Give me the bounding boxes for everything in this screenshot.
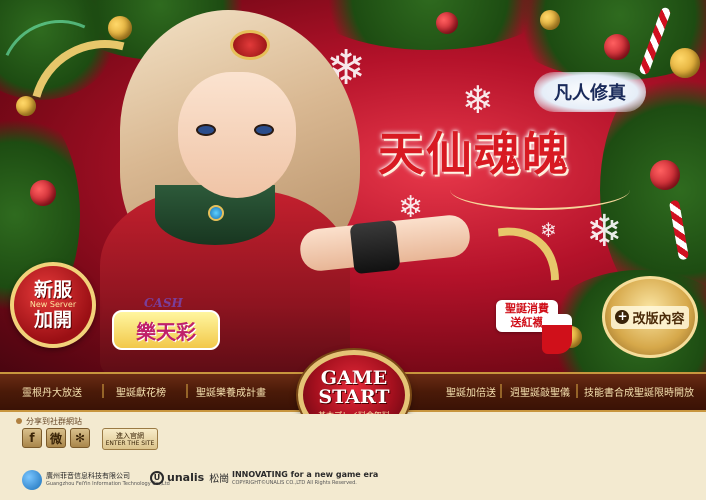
enter-site-button[interactable]: 進入官網 ENTER THE SITE bbox=[102, 428, 158, 450]
nav-item-left-1[interactable]: 靈根丹大放送 bbox=[22, 384, 82, 399]
cash-word: CASH bbox=[144, 296, 183, 310]
character-hairpin bbox=[230, 30, 270, 60]
enter-site-cn: 進入官網 bbox=[116, 431, 144, 440]
ornament-icon bbox=[30, 180, 56, 206]
game-logo: 凡人修真 bbox=[534, 72, 646, 112]
unalis-logo: U unalis 松崗 bbox=[150, 470, 229, 485]
nav-separator bbox=[576, 384, 578, 398]
share-label: 分享到社群網站 bbox=[26, 417, 82, 426]
innovating-block: INNOVATING for a new game era COPYRIGHT©… bbox=[232, 470, 378, 487]
character-cuff bbox=[349, 219, 401, 275]
innovating-slogan: INNOVATING for a new game era bbox=[232, 470, 379, 479]
sock-icon bbox=[542, 314, 572, 354]
new-server-label-top: 新服 bbox=[33, 279, 72, 301]
new-server-badge[interactable]: 新服 New Server 加開 bbox=[10, 262, 96, 348]
nav-item-right-2[interactable]: 週聖誕敲聖儀 bbox=[510, 384, 570, 399]
update-content-button[interactable]: + 改版內容 bbox=[602, 276, 698, 358]
title-flourish bbox=[450, 170, 630, 210]
nav-separator bbox=[102, 384, 104, 398]
update-content-label: 改版內容 bbox=[632, 311, 685, 327]
cash-logo[interactable]: CASH 樂天彩 bbox=[112, 296, 220, 356]
character-eye bbox=[254, 124, 274, 136]
new-server-label-bottom: 加開 bbox=[33, 309, 72, 331]
unalis-brand: unalis bbox=[167, 471, 205, 484]
hero-banner: ❄ ❄ ❄ ❄ ❄ 凡人修真 天仙魂魄 新服 New Server 加開 CAS… bbox=[0, 0, 706, 372]
plurk-icon[interactable]: ✻ bbox=[70, 428, 90, 448]
ornament-icon bbox=[650, 160, 680, 190]
ornament-icon bbox=[670, 48, 700, 78]
unalis-cn: 松崗 bbox=[209, 474, 230, 485]
ornament-icon bbox=[604, 34, 630, 60]
facebook-icon[interactable]: f bbox=[22, 428, 42, 448]
nav-separator bbox=[186, 384, 188, 398]
character-face bbox=[178, 72, 296, 198]
start-line2: START bbox=[318, 386, 390, 408]
nav-item-left-2[interactable]: 聖誕獻花榜 bbox=[116, 384, 166, 399]
nav-item-right-1[interactable]: 聖誕加倍送 bbox=[446, 384, 496, 399]
publisher-logo: 廣州菲音信息科技有限公司 Guangzhou FeiYin Informatio… bbox=[22, 470, 170, 490]
nav-item-right-3[interactable]: 技能書合成聖誕限時開放 bbox=[584, 384, 694, 399]
nav-separator bbox=[500, 384, 502, 398]
enter-site-en: ENTER THE SITE bbox=[105, 439, 155, 447]
character-eye bbox=[196, 124, 216, 136]
christmas-sock-promo[interactable]: 聖誕消費 送紅襪 bbox=[496, 300, 576, 354]
ornament-icon bbox=[108, 16, 132, 40]
plus-icon: + bbox=[615, 309, 630, 324]
ornament-icon bbox=[540, 10, 560, 30]
snowflake-icon: ❄ bbox=[540, 218, 557, 242]
nav-item-left-3[interactable]: 聖誕樂養成計畫 bbox=[196, 384, 266, 399]
bullet-icon bbox=[16, 418, 22, 424]
snowflake-icon: ❄ bbox=[462, 78, 494, 122]
publisher-mark-icon bbox=[22, 470, 42, 490]
ornament-icon bbox=[436, 12, 458, 34]
copyright-text: COPYRIGHT©UNALIS CO.,LTD All Rights Rese… bbox=[232, 480, 357, 486]
snowflake-icon: ❄ bbox=[586, 206, 623, 257]
weibo-icon[interactable]: 微 bbox=[46, 428, 66, 448]
cash-name: 樂天彩 bbox=[112, 310, 220, 350]
unalis-mark-icon: U bbox=[150, 470, 164, 485]
update-content-label-wrap: + 改版內容 bbox=[611, 305, 689, 329]
footer: 分享到社群網站 f 微 ✻ 進入官網 ENTER THE SITE 廣州菲音信息… bbox=[0, 414, 706, 500]
character-gem bbox=[208, 205, 224, 221]
